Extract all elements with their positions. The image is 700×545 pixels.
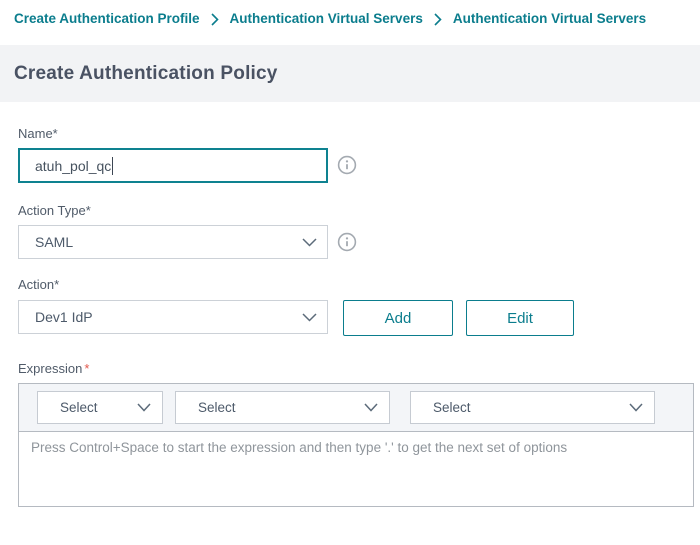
- chevron-down-icon: [137, 403, 162, 412]
- info-icon[interactable]: [337, 232, 357, 252]
- chevron-down-icon: [302, 238, 327, 247]
- action-select[interactable]: Dev1 IdP: [18, 300, 328, 334]
- text-caret: [112, 157, 113, 175]
- required-asterisk: *: [84, 361, 89, 376]
- name-input[interactable]: atuh_pol_qc: [18, 148, 328, 183]
- expression-select-2[interactable]: Select: [175, 391, 390, 424]
- expression-label-text: Expression: [18, 361, 82, 376]
- expression-input[interactable]: [18, 431, 694, 507]
- breadcrumb-authentication-virtual-servers[interactable]: Authentication Virtual Servers: [230, 11, 423, 26]
- expression-label: Expression*: [18, 361, 89, 376]
- expression-select-1-value: Select: [38, 400, 98, 415]
- chevron-down-icon: [302, 313, 327, 322]
- action-type-select[interactable]: SAML: [18, 225, 328, 259]
- breadcrumb: Create Authentication Profile Authentica…: [14, 11, 700, 26]
- add-button[interactable]: Add: [343, 300, 453, 336]
- expression-select-2-value: Select: [176, 400, 236, 415]
- action-type-label: Action Type*: [18, 203, 91, 218]
- chevron-right-icon: [434, 13, 442, 26]
- expression-select-3-value: Select: [411, 400, 471, 415]
- expression-select-1[interactable]: Select: [37, 391, 163, 424]
- breadcrumb-create-authentication-profile[interactable]: Create Authentication Profile: [14, 11, 200, 26]
- action-selected-value: Dev1 IdP: [19, 309, 93, 325]
- expression-builder-bar: Select Select Select: [18, 383, 694, 432]
- info-icon[interactable]: [337, 155, 357, 175]
- action-type-selected-value: SAML: [19, 234, 73, 250]
- chevron-down-icon: [629, 403, 654, 412]
- name-input-value: atuh_pol_qc: [35, 158, 111, 174]
- chevron-down-icon: [364, 403, 389, 412]
- titlebar: Create Authentication Policy: [0, 45, 700, 102]
- page-title: Create Authentication Policy: [14, 63, 278, 85]
- edit-button[interactable]: Edit: [466, 300, 574, 336]
- breadcrumb-authentication-virtual-servers-2[interactable]: Authentication Virtual Servers: [453, 11, 646, 26]
- name-label: Name*: [18, 126, 58, 141]
- chevron-right-icon: [211, 13, 219, 26]
- expression-select-3[interactable]: Select: [410, 391, 655, 424]
- action-label: Action*: [18, 277, 59, 292]
